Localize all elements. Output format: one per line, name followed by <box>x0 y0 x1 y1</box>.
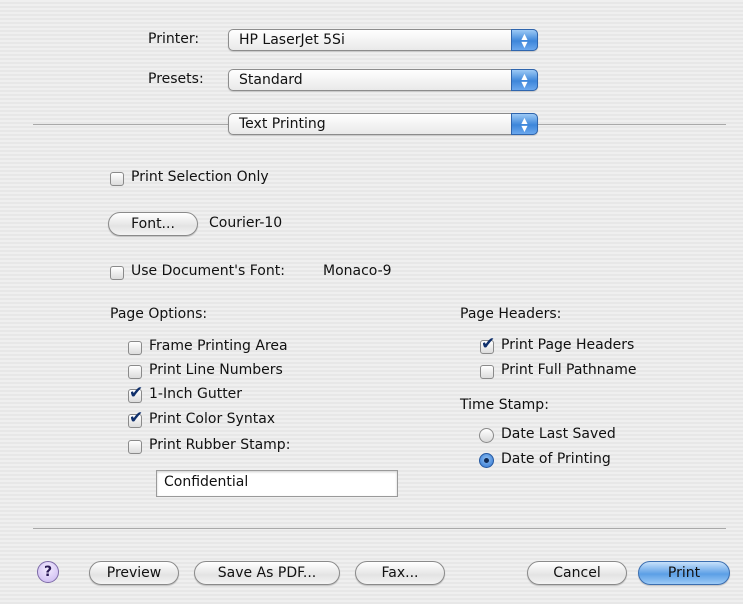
frame-printing-area-checkbox[interactable] <box>128 341 142 355</box>
print-rubber-stamp-label: Print Rubber Stamp: <box>149 437 291 453</box>
fax-button[interactable]: Fax... <box>355 561 445 585</box>
print-page-headers-label: Print Page Headers <box>501 337 635 353</box>
radio-dot-icon <box>484 458 489 463</box>
printer-label: Printer: <box>148 31 200 47</box>
presets-popup[interactable]: Standard ▲ ▼ <box>228 69 538 91</box>
rubber-stamp-text-field[interactable]: Confidential <box>156 470 398 497</box>
help-icon[interactable]: ? <box>37 561 59 583</box>
use-document-font-checkbox[interactable] <box>110 266 124 280</box>
print-rubber-stamp-checkbox[interactable] <box>128 440 142 454</box>
time-stamp-title: Time Stamp: <box>460 397 549 413</box>
print-selection-only-checkbox[interactable] <box>110 172 124 186</box>
document-font-value: Monaco-9 <box>323 263 392 279</box>
print-line-numbers-checkbox[interactable] <box>128 365 142 379</box>
printer-popup[interactable]: HP LaserJet 5Si ▲ ▼ <box>228 29 538 51</box>
presets-value: Standard <box>239 72 303 88</box>
date-of-printing-label: Date of Printing <box>501 451 611 467</box>
inch-gutter-label: 1-Inch Gutter <box>149 386 243 402</box>
checkmark-icon: ✔ <box>129 383 144 403</box>
print-page-headers-checkbox[interactable]: ✔ <box>480 334 495 354</box>
print-button[interactable]: Print <box>638 561 730 585</box>
page-headers-title: Page Headers: <box>460 306 562 322</box>
print-color-syntax-checkbox[interactable]: ✔ <box>128 408 143 428</box>
popup-arrows-icon: ▲ ▼ <box>511 29 538 51</box>
cancel-button[interactable]: Cancel <box>527 561 627 585</box>
date-of-printing-radio[interactable] <box>479 453 494 468</box>
panel-popup[interactable]: Text Printing ▲ ▼ <box>228 113 538 135</box>
date-last-saved-label: Date Last Saved <box>501 426 616 442</box>
popup-arrows-icon: ▲ ▼ <box>511 113 538 135</box>
print-full-pathname-checkbox[interactable] <box>480 365 494 379</box>
checkmark-icon: ✔ <box>481 334 496 354</box>
rubber-stamp-text: Confidential <box>164 474 249 490</box>
use-document-font-label: Use Document's Font: <box>131 263 285 279</box>
print-line-numbers-label: Print Line Numbers <box>149 362 283 378</box>
presets-label: Presets: <box>148 71 204 87</box>
print-selection-only-label: Print Selection Only <box>131 169 269 185</box>
panel-separator-right <box>538 124 726 125</box>
font-button[interactable]: Font... <box>108 212 198 236</box>
checkmark-icon: ✔ <box>129 408 144 428</box>
preview-button[interactable]: Preview <box>89 561 179 585</box>
date-last-saved-radio[interactable] <box>479 428 494 443</box>
save-as-pdf-button[interactable]: Save As PDF... <box>194 561 340 585</box>
panel-separator-left <box>33 124 228 125</box>
frame-printing-area-label: Frame Printing Area <box>149 338 288 354</box>
popup-arrows-icon: ▲ ▼ <box>511 69 538 91</box>
page-options-title: Page Options: <box>110 306 208 322</box>
printer-value: HP LaserJet 5Si <box>239 32 345 48</box>
print-full-pathname-label: Print Full Pathname <box>501 362 637 378</box>
panel-value: Text Printing <box>239 116 326 132</box>
inch-gutter-checkbox[interactable]: ✔ <box>128 383 143 403</box>
bottom-separator <box>33 528 726 529</box>
font-value: Courier-10 <box>209 215 283 231</box>
print-color-syntax-label: Print Color Syntax <box>149 411 276 427</box>
